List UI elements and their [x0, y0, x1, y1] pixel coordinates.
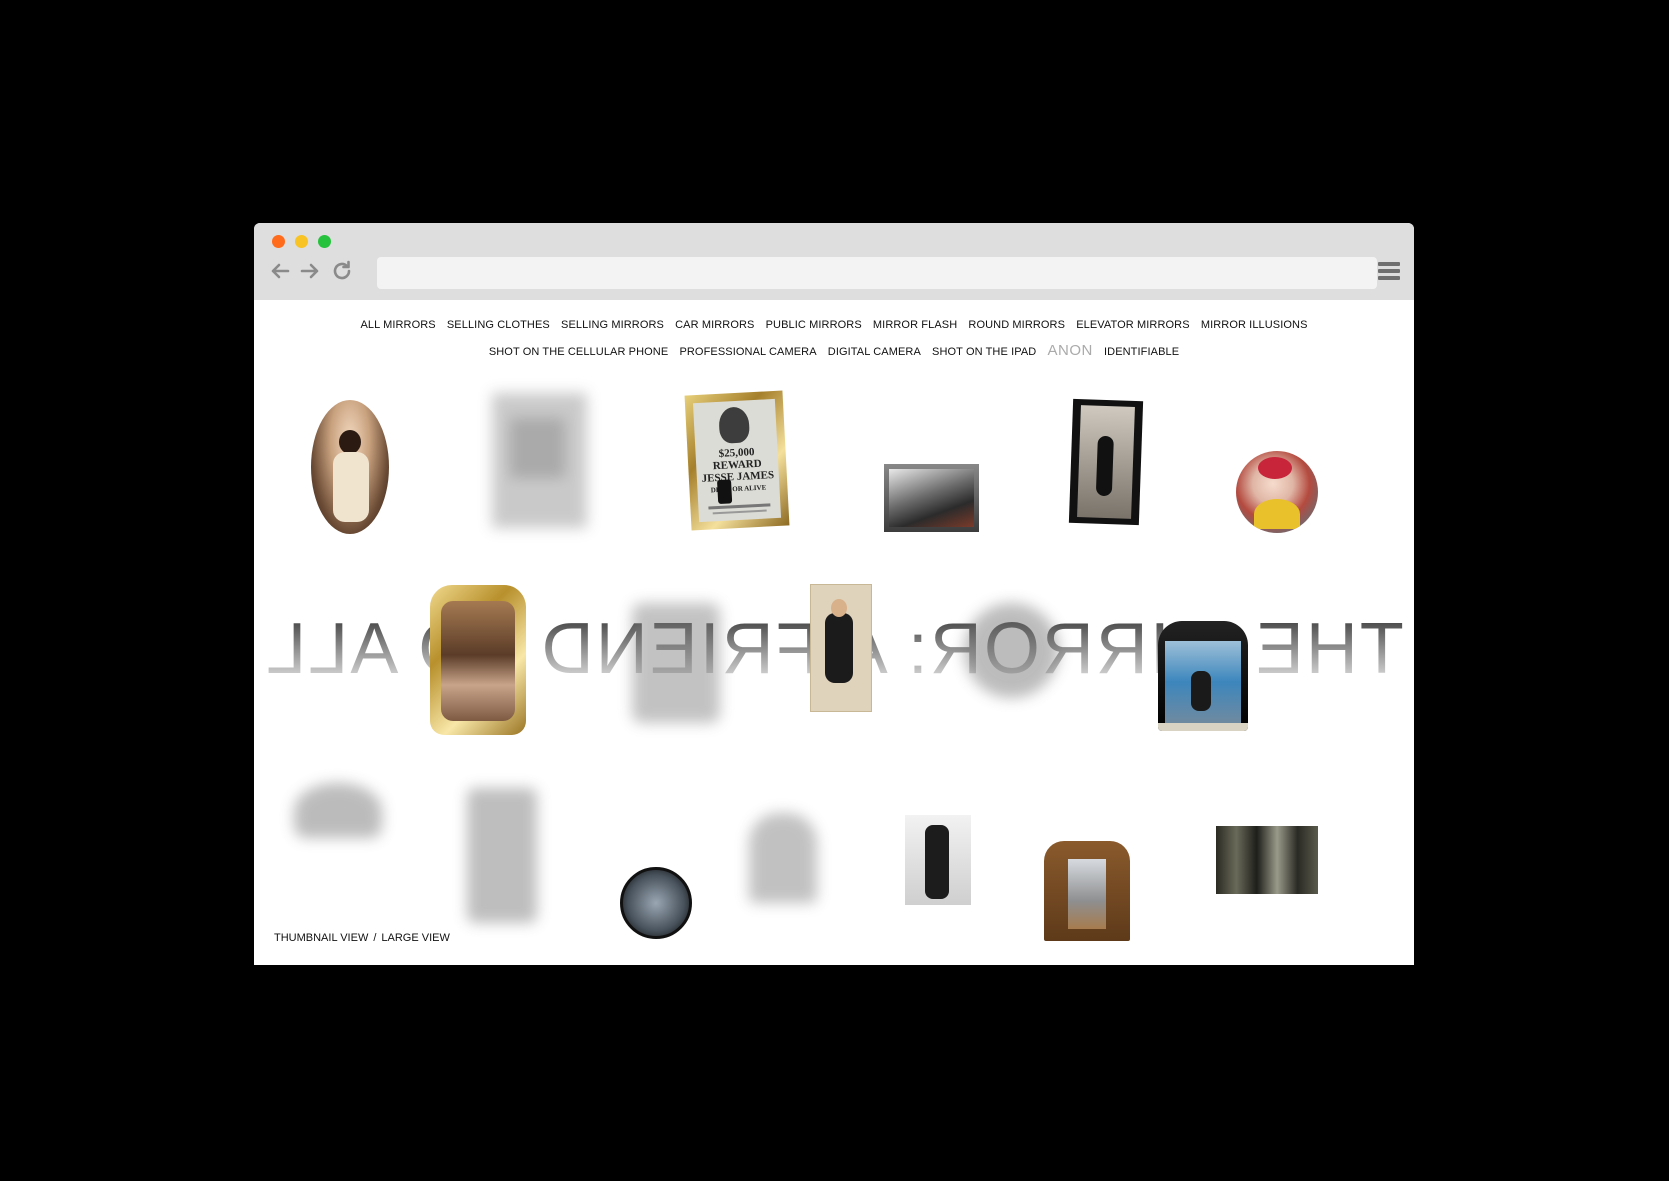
- category-public-mirrors[interactable]: PUBLIC MIRRORS: [766, 319, 862, 331]
- view-toggle: THUMBNAIL VIEW / LARGE VIEW: [274, 932, 450, 944]
- thumbnail-mirror-illusion[interactable]: [1216, 826, 1318, 894]
- thumbnail-blurred-round-mirror[interactable]: [964, 603, 1059, 698]
- clown-hair: [1258, 457, 1292, 479]
- mirror-glass: [1068, 859, 1106, 929]
- clown-costume: [1254, 499, 1300, 529]
- mirror-glass: [441, 601, 515, 721]
- thumbnail-ornate-gold-mirror[interactable]: [430, 585, 526, 735]
- figure-silhouette: [1191, 671, 1211, 711]
- category-all-mirrors[interactable]: ALL MIRRORS: [360, 319, 435, 331]
- category-mirror-flash[interactable]: MIRROR FLASH: [873, 319, 957, 331]
- poster-line: [708, 503, 771, 510]
- portrait: [718, 406, 751, 444]
- minimize-window-button[interactable]: [295, 235, 308, 248]
- poster-paper: $25,000 REWARD JESSE JAMES DEAD OR ALIVE: [692, 398, 782, 523]
- view-separator: /: [373, 932, 377, 944]
- mirror-glass: [1077, 405, 1135, 519]
- arrow-right-icon: [300, 263, 319, 279]
- maximize-window-button[interactable]: [318, 235, 331, 248]
- thumbnail-tall-door-mirror[interactable]: [1068, 398, 1144, 526]
- category-digital-camera[interactable]: DIGITAL CAMERA: [828, 346, 921, 358]
- reload-button[interactable]: [330, 259, 354, 283]
- category-car-mirrors[interactable]: CAR MIRRORS: [675, 319, 754, 331]
- thumbnail-blurred-mirror-2[interactable]: [632, 603, 720, 723]
- category-shot-on-cellular-phone[interactable]: SHOT ON THE CELLULAR PHONE: [489, 346, 668, 358]
- thumbnail-blurred-tall-mirror[interactable]: [467, 788, 537, 923]
- browser-window: ALL MIRRORS SELLING CLOTHES SELLING MIRR…: [254, 223, 1414, 965]
- close-window-button[interactable]: [272, 235, 285, 248]
- large-view-link[interactable]: LARGE VIEW: [381, 932, 449, 944]
- thumbnail-closet-mirror-selfie[interactable]: [905, 815, 971, 905]
- category-identifiable[interactable]: IDENTIFIABLE: [1104, 346, 1179, 358]
- category-row-1: ALL MIRRORS SELLING CLOTHES SELLING MIRR…: [254, 313, 1414, 338]
- hamburger-menu-icon[interactable]: [1378, 262, 1400, 284]
- forward-button[interactable]: [298, 259, 322, 283]
- mirror-glass: [889, 469, 974, 527]
- blur-shape: [510, 418, 565, 478]
- thumbnail-blurred-mirror-3[interactable]: [749, 813, 817, 903]
- dresser-top: [1158, 723, 1248, 731]
- figure-silhouette: [825, 613, 853, 683]
- thumbnail-framed-reward-poster-mirror[interactable]: $25,000 REWARD JESSE JAMES DEAD OR ALIVE: [684, 390, 790, 531]
- phone-reflection: [716, 479, 733, 505]
- category-round-mirrors[interactable]: ROUND MIRRORS: [968, 319, 1065, 331]
- thumbnail-view-link[interactable]: THUMBNAIL VIEW: [274, 932, 368, 944]
- browser-chrome: [254, 223, 1414, 300]
- arrow-left-icon: [271, 263, 290, 279]
- thumbnail-round-convex-mirror[interactable]: [620, 867, 692, 939]
- thumbnail-wall-mirror-bedroom[interactable]: [884, 464, 979, 532]
- category-professional-camera[interactable]: PROFESSIONAL CAMERA: [679, 346, 816, 358]
- figure-silhouette: [1095, 435, 1114, 497]
- thumbnail-hallway-mirror-selfie[interactable]: [810, 584, 872, 712]
- category-filter-nav: ALL MIRRORS SELLING CLOTHES SELLING MIRR…: [254, 313, 1414, 365]
- reload-icon: [333, 260, 351, 280]
- category-mirror-illusions[interactable]: MIRROR ILLUSIONS: [1201, 319, 1308, 331]
- back-button[interactable]: [268, 259, 292, 283]
- category-row-2: SHOT ON THE CELLULAR PHONE PROFESSIONAL …: [254, 338, 1414, 365]
- thumbnail-wooden-armoire-mirror[interactable]: [1044, 841, 1130, 941]
- thumbnail-oval-mirror-selfie[interactable]: [311, 400, 389, 534]
- thumbnail-blurred-car-mirror[interactable]: [294, 783, 382, 838]
- figure-suit: [333, 452, 369, 522]
- address-bar[interactable]: [377, 257, 1377, 289]
- thumbnail-round-mirror-clown[interactable]: [1236, 451, 1318, 533]
- figure-head: [339, 430, 361, 454]
- thumbnail-blurred-mirror[interactable]: [492, 393, 587, 528]
- thumbnail-dresser-mirror-selfie[interactable]: [1158, 621, 1248, 731]
- poster-line: [712, 509, 767, 515]
- category-elevator-mirrors[interactable]: ELEVATOR MIRRORS: [1076, 319, 1189, 331]
- category-selling-clothes[interactable]: SELLING CLOTHES: [447, 319, 550, 331]
- figure-head: [831, 599, 847, 617]
- category-selling-mirrors[interactable]: SELLING MIRRORS: [561, 319, 664, 331]
- figure-silhouette: [925, 825, 949, 899]
- category-shot-on-ipad[interactable]: SHOT ON THE IPAD: [932, 346, 1036, 358]
- category-anon[interactable]: ANON: [1048, 342, 1093, 359]
- mirror-glass: [1165, 641, 1241, 723]
